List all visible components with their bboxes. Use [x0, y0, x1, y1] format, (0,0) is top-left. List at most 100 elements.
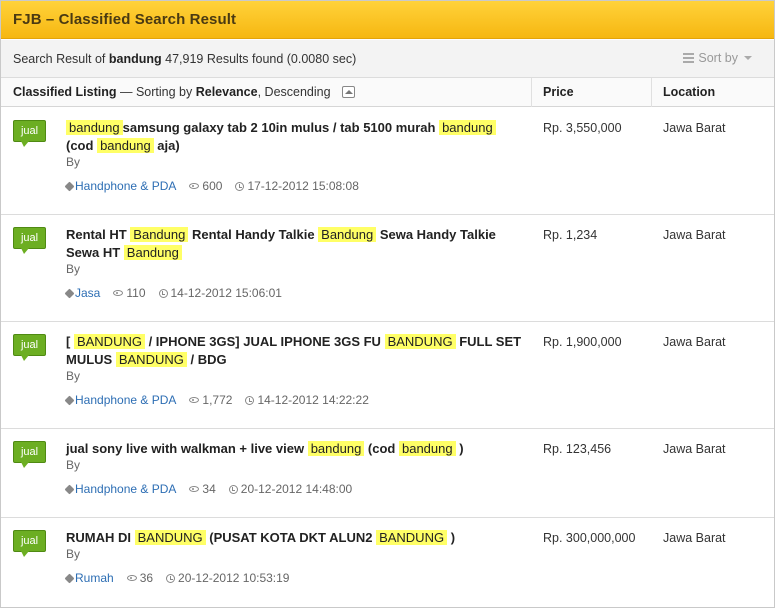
tag-icon: [64, 573, 75, 583]
column-divider: [531, 78, 532, 107]
view-count: 1,772: [202, 393, 233, 407]
clock-icon: [245, 395, 255, 405]
listing-meta: Handphone & PDA 600 17-12-2012 15:08:08: [64, 179, 359, 193]
listing-seller: By: [66, 458, 81, 472]
listing-row: jual [ BANDUNG / IPHONE 3GS] JUAL IPHONE …: [1, 322, 774, 429]
listing-row: jual RUMAH DI BANDUNG (PUSAT KOTA DKT ALU…: [1, 518, 774, 608]
highlighted-keyword: bandung: [97, 138, 154, 153]
location-column-header[interactable]: Location: [663, 85, 715, 99]
listing-row: jual bandung samsung galaxy tab 2 10in mul…: [1, 108, 774, 215]
listing-row: jual jual sony live with walkman + live v…: [1, 429, 774, 518]
category-link[interactable]: Handphone & PDA: [75, 482, 176, 496]
listing-price: Rp. 1,900,000: [543, 335, 622, 349]
listing-date: 14-12-2012 14:22:22: [257, 393, 369, 407]
title-text: (PUSAT KOTA DKT ALUN2: [205, 530, 377, 545]
eye-icon: [113, 290, 124, 296]
column-divider: [651, 78, 652, 107]
price-column-header[interactable]: Price: [543, 85, 574, 99]
highlighted-keyword: bandung: [66, 120, 123, 135]
sorting-prefix: — Sorting by: [119, 85, 193, 99]
listing-seller: By: [66, 369, 81, 383]
listing-location: Jawa Barat: [663, 442, 726, 456]
title-text: (cod: [364, 441, 399, 456]
eye-icon: [126, 575, 137, 581]
listing-row: jual Rental HT Bandung Rental Handy Talki…: [1, 215, 774, 322]
highlighted-keyword: bandung: [439, 120, 496, 135]
eye-icon: [189, 486, 200, 492]
view-count: 600: [202, 179, 223, 193]
sorting-field: Relevance: [195, 85, 258, 99]
eye-icon: [189, 397, 200, 403]
results-summary-bar: Search Result of bandung 47,919 Results …: [1, 40, 774, 78]
listing-title-link[interactable]: jual sony live with walkman + live view …: [66, 440, 526, 458]
sort-by-dropdown[interactable]: Sort by: [683, 51, 752, 65]
listing-title-link[interactable]: bandung samsung galaxy tab 2 10in mulus /…: [66, 119, 526, 155]
highlighted-keyword: Bandung: [318, 227, 377, 242]
title-text: ): [455, 441, 464, 456]
listing-title-link[interactable]: RUMAH DI BANDUNG (PUSAT KOTA DKT ALUN2 B…: [66, 529, 526, 547]
listing-date: 20-12-2012 14:48:00: [240, 482, 353, 496]
sort-direction-toggle-icon[interactable]: [342, 86, 356, 98]
listing-price: Rp. 300,000,000: [543, 531, 636, 545]
view-count: 110: [126, 286, 146, 300]
title-text: (cod: [66, 138, 98, 153]
category-link[interactable]: Jasa: [75, 286, 100, 300]
view-count: 34: [202, 482, 216, 496]
panel-title: FJB – Classified Search Result: [13, 11, 237, 28]
highlighted-keyword: BANDUNG: [384, 334, 456, 349]
highlighted-keyword: BANDUNG: [376, 530, 448, 545]
listing-seller: By: [66, 155, 81, 169]
clock-icon: [166, 573, 176, 583]
clock-icon: [235, 181, 245, 191]
listing-date: 17-12-2012 15:08:08: [247, 179, 359, 193]
listing-column-header: Classified Listing — Sorting by Relevanc…: [13, 85, 356, 99]
results-summary: Search Result of bandung 47,919 Results …: [13, 52, 356, 66]
listing-date: 14-12-2012 15:06:01: [170, 286, 282, 300]
listing-meta: Rumah 36 20-12-2012 10:53:19: [64, 571, 290, 585]
listing-title-link[interactable]: Rental HT Bandung Rental Handy Talkie Ba…: [66, 226, 526, 262]
listing-price: Rp. 1,234: [543, 228, 598, 242]
listing-title-link[interactable]: [ BANDUNG / IPHONE 3GS] JUAL IPHONE 3GS …: [66, 333, 526, 369]
listing-location: Jawa Barat: [663, 121, 726, 135]
caret-down-icon: [744, 56, 752, 60]
title-text: / BDG: [186, 352, 227, 367]
summary-query: bandung: [108, 51, 162, 66]
jual-badge: jual: [13, 227, 46, 254]
tag-icon: [64, 288, 75, 298]
title-text: [: [66, 334, 74, 349]
title-text: aja): [153, 138, 180, 153]
clock-icon: [228, 484, 238, 494]
list-icon: [683, 53, 695, 63]
summary-prefix: Search Result of: [13, 51, 106, 66]
sort-by-label: Sort by: [698, 51, 738, 65]
listing-meta: Jasa 110 14-12-2012 15:06:01: [64, 286, 282, 300]
listing-date: 20-12-2012 10:53:19: [178, 571, 290, 585]
highlighted-keyword: Bandung: [123, 245, 182, 260]
jual-badge: jual: [13, 334, 46, 361]
column-header-row: Classified Listing — Sorting by Relevanc…: [1, 78, 774, 107]
title-text: RUMAH DI: [66, 530, 135, 545]
title-text: / IPHONE 3GS] JUAL IPHONE 3GS FU: [144, 334, 385, 349]
highlighted-keyword: Bandung: [130, 227, 189, 242]
listing-seller: By: [66, 547, 81, 561]
title-text: Rental HT: [66, 227, 131, 242]
highlighted-keyword: bandung: [398, 441, 456, 456]
tag-icon: [64, 395, 75, 405]
jual-badge: jual: [13, 120, 46, 147]
summary-count: 47,919 Results found (0.0080 sec): [165, 51, 357, 66]
listing-meta: Handphone & PDA 34 20-12-2012 14:48:00: [64, 482, 353, 496]
listing-column-label: Classified Listing: [13, 85, 117, 99]
highlighted-keyword: BANDUNG: [115, 352, 187, 367]
category-link[interactable]: Rumah: [75, 571, 114, 585]
category-link[interactable]: Handphone & PDA: [75, 393, 176, 407]
tag-icon: [64, 484, 75, 494]
category-link[interactable]: Handphone & PDA: [75, 179, 176, 193]
highlighted-keyword: BANDUNG: [134, 530, 206, 545]
sorting-direction: , Descending: [257, 85, 331, 99]
listing-seller: By: [66, 262, 81, 276]
jual-badge: jual: [13, 530, 46, 557]
tag-icon: [64, 181, 75, 191]
listing-location: Jawa Barat: [663, 228, 726, 242]
title-text: samsung galaxy tab 2 10in mulus / tab 51…: [122, 120, 440, 135]
jual-badge: jual: [13, 441, 46, 468]
